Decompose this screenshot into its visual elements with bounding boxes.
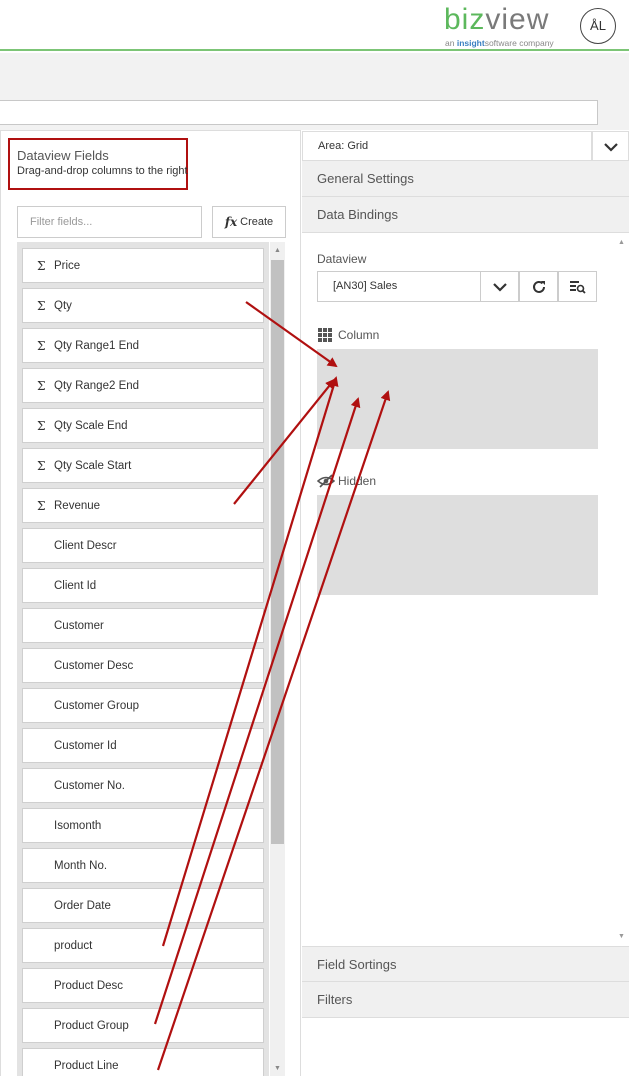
scroll-down-arrow-icon[interactable]: ▼ — [271, 1063, 284, 1075]
hidden-eye-icon — [317, 474, 335, 488]
field-item[interactable]: Σ Price — [22, 248, 264, 283]
area-selector[interactable]: Area: Grid — [302, 131, 592, 161]
field-item[interactable]: product — [22, 928, 264, 963]
field-item[interactable]: Σ Qty — [22, 288, 264, 323]
field-list-scroll-thumb[interactable] — [271, 260, 284, 844]
field-item[interactable]: Isomonth — [22, 808, 264, 843]
field-label: Qty Range1 End — [54, 339, 140, 352]
dataview-select[interactable]: [AN30] Sales — [317, 271, 481, 302]
create-field-button[interactable]: fx Create — [212, 206, 286, 238]
field-item[interactable]: Product Line — [22, 1048, 264, 1076]
sigma-icon: Σ — [37, 378, 46, 393]
sigma-icon: Σ — [37, 258, 46, 273]
sigma-icon: Σ — [37, 498, 46, 513]
table-search-icon — [569, 280, 586, 294]
sigma-icon: Σ — [37, 338, 46, 353]
field-item[interactable]: Client Id — [22, 568, 264, 603]
field-label: Product Desc — [54, 979, 124, 992]
field-item[interactable]: Client Descr — [22, 528, 264, 563]
field-label: Client Id — [54, 579, 97, 592]
field-item[interactable]: Product Group — [22, 1008, 264, 1043]
field-label: Isomonth — [54, 819, 102, 832]
field-label: Product Line — [54, 1059, 119, 1072]
section-data-bindings[interactable]: Data Bindings — [302, 197, 629, 233]
dataview-dropdown-button[interactable] — [480, 271, 519, 302]
field-item[interactable]: Customer Id — [22, 728, 264, 763]
panel-title: Dataview Fields — [17, 148, 109, 163]
field-label: Qty Range2 End — [54, 379, 140, 392]
dataview-inspect-button[interactable] — [558, 271, 597, 302]
scroll-up-arrow-icon[interactable]: ▲ — [271, 245, 284, 257]
field-item[interactable]: Σ Revenue — [22, 488, 264, 523]
area-collapse-button[interactable] — [592, 131, 629, 161]
fx-icon: fx — [224, 215, 238, 229]
field-label: Client Descr — [54, 539, 117, 552]
create-label: Create — [240, 216, 274, 228]
field-item[interactable]: Product Desc — [22, 968, 264, 1003]
panel-subtitle: Drag-and-drop columns to the right — [17, 165, 188, 177]
field-item[interactable]: Σ Qty Range2 End — [22, 368, 264, 403]
scroll-down-arrow-icon[interactable]: ▼ — [616, 931, 627, 943]
refresh-icon — [532, 280, 545, 293]
sigma-icon: Σ — [37, 298, 46, 313]
sigma-icon: Σ — [37, 458, 46, 473]
field-label: Customer — [54, 619, 104, 632]
field-item[interactable]: Month No. — [22, 848, 264, 883]
field-item[interactable]: Σ Qty Range1 End — [22, 328, 264, 363]
dataview-label: Dataview — [317, 252, 367, 266]
dataview-refresh-button[interactable] — [519, 271, 558, 302]
scroll-up-arrow-icon[interactable]: ▲ — [616, 237, 627, 249]
chevron-down-icon — [492, 282, 507, 292]
field-label: Customer Id — [54, 739, 117, 752]
hidden-zone-label: Hidden — [338, 474, 377, 488]
logo-biz: biz — [444, 3, 486, 36]
section-general-settings[interactable]: General Settings — [302, 161, 629, 197]
field-label: Qty — [54, 299, 72, 312]
field-label: Customer No. — [54, 779, 125, 792]
field-label: Qty Scale End — [54, 419, 128, 432]
toolbar-input[interactable] — [0, 100, 598, 125]
filter-fields-input[interactable] — [17, 206, 202, 238]
chevron-down-icon — [604, 143, 618, 152]
user-avatar[interactable]: ÅL — [580, 8, 616, 44]
field-item[interactable]: Customer No. — [22, 768, 264, 803]
bindings-scrollbar[interactable] — [614, 234, 629, 946]
field-label: Product Group — [54, 1019, 129, 1032]
field-label: Qty Scale Start — [54, 459, 132, 472]
section-filters[interactable]: Filters — [302, 982, 629, 1018]
section-field-sortings[interactable]: Field Sortings — [302, 946, 629, 982]
column-drop-zone[interactable] — [317, 349, 598, 449]
top-bar: bizview an insightsoftware company ÅL — [0, 0, 629, 51]
grid-icon — [318, 328, 332, 342]
column-zone-label: Column — [338, 328, 380, 342]
field-label: Revenue — [54, 499, 101, 512]
field-label: Order Date — [54, 899, 111, 912]
field-label: Price — [54, 259, 81, 272]
logo-wordmark: bizview — [444, 3, 549, 37]
logo-view: view — [485, 3, 550, 36]
title-highlight-box — [8, 138, 188, 190]
field-item[interactable]: Σ Qty Scale End — [22, 408, 264, 443]
field-item[interactable]: Customer — [22, 608, 264, 643]
field-list: Σ Price Σ Qty Σ Qty Range1 End Σ Qty Range2 End… — [17, 242, 269, 1076]
field-item[interactable]: Order Date — [22, 888, 264, 923]
field-label: Month No. — [54, 859, 108, 872]
bizview-logo: bizview an insightsoftware company — [444, 3, 568, 49]
hidden-drop-zone[interactable] — [317, 495, 598, 595]
field-item[interactable]: Σ Qty Scale Start — [22, 448, 264, 483]
field-label: Customer Desc — [54, 659, 134, 672]
field-item[interactable]: Customer Group — [22, 688, 264, 723]
field-label: Customer Group — [54, 699, 140, 712]
logo-tagline: an insightsoftware company — [445, 38, 554, 48]
field-label: product — [54, 939, 93, 952]
field-item[interactable]: Customer Desc — [22, 648, 264, 683]
sigma-icon: Σ — [37, 418, 46, 433]
